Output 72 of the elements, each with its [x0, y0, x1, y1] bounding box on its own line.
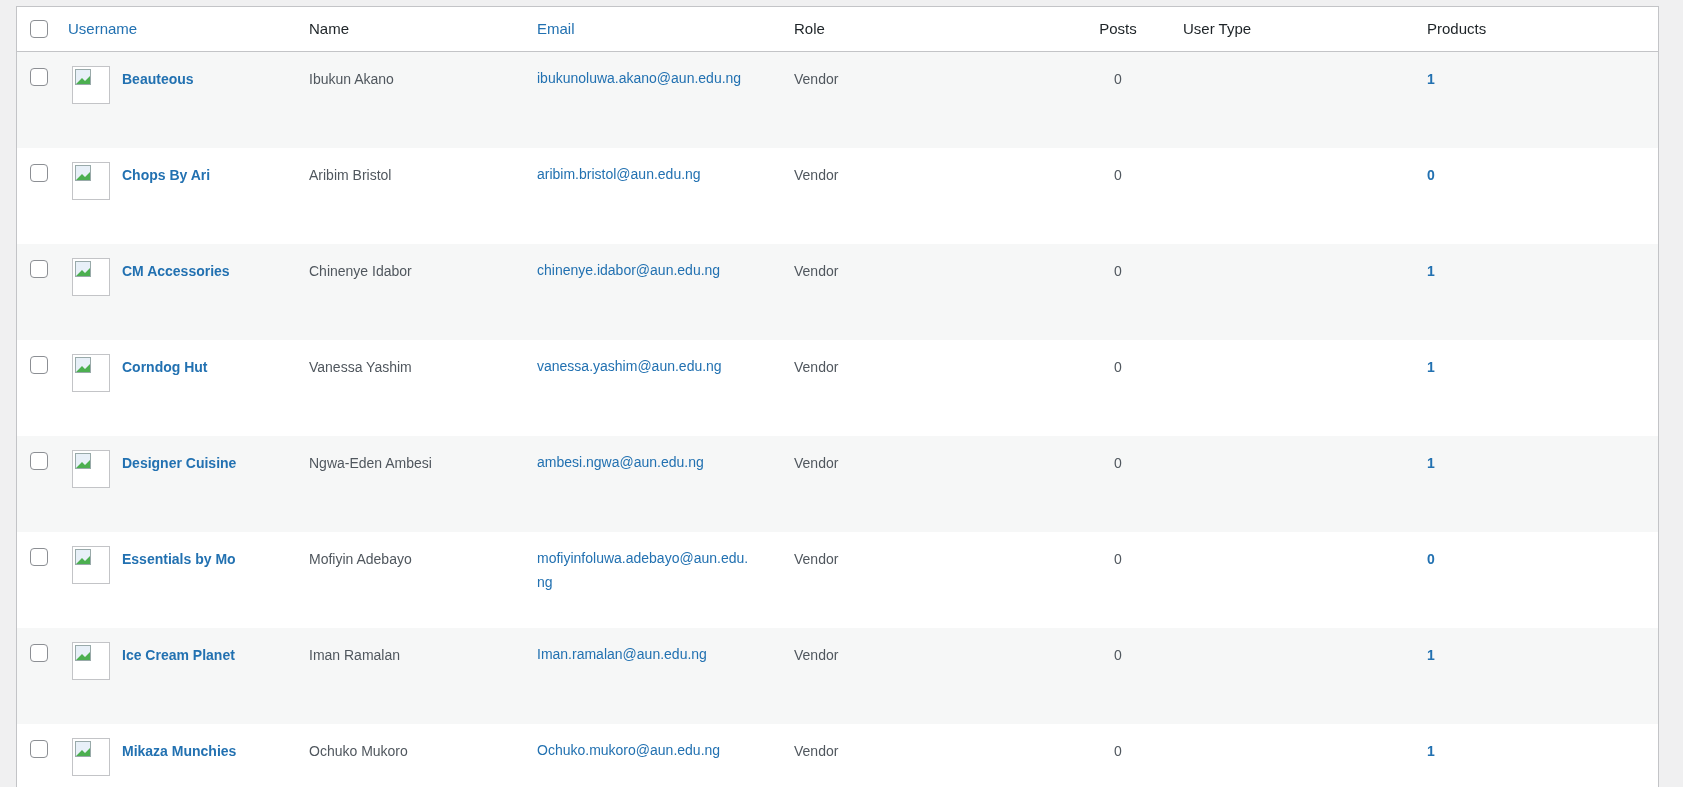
profile-link[interactable]: Mikaza Munchies — [122, 738, 237, 762]
products-count-link[interactable]: 1 — [1427, 263, 1435, 279]
profile-link[interactable]: Beauteous — [122, 66, 194, 90]
name-text: Aribim Bristol — [309, 167, 392, 183]
column-header: Name — [309, 18, 349, 39]
contact-link[interactable]: Ochuko.mukoro@aun.edu.ng — [537, 738, 752, 762]
checkbox[interactable] — [29, 452, 48, 470]
contact-link[interactable]: vanessa.yashim@aun.edu.ng — [537, 354, 752, 378]
contact-link[interactable]: ibukunoluwa.akano@aun.edu.ng — [537, 66, 752, 90]
role-text: Vendor — [794, 743, 839, 759]
column-header: Role — [794, 18, 825, 39]
checkbox[interactable] — [29, 164, 48, 182]
role-text: Vendor — [794, 647, 839, 663]
checkbox[interactable] — [29, 260, 48, 278]
contact-link[interactable]: Iman.ramalan@aun.edu.ng — [537, 642, 752, 666]
column-header: Posts — [1099, 18, 1137, 39]
profile-link[interactable]: CM Accessories — [122, 258, 230, 282]
products-count-link[interactable]: 1 — [1427, 743, 1435, 759]
products-count-link[interactable]: 1 — [1427, 455, 1435, 471]
name-text: Vanessa Yashim — [309, 359, 412, 375]
checkbox[interactable] — [29, 644, 48, 662]
contact-link[interactable]: ambesi.ngwa@aun.edu.ng — [537, 450, 752, 474]
profile-link[interactable]: Ice Cream Planet — [122, 642, 235, 666]
contact-link[interactable]: mofiyinfoluwa.adebayo@aun.edu.ng — [537, 546, 752, 594]
role-text: Vendor — [794, 551, 839, 567]
broken-image-icon — [72, 258, 110, 296]
profile-link[interactable]: Corndog Hut — [122, 354, 208, 378]
posts-count: 0 — [1114, 742, 1122, 761]
name-text: Ochuko Mukoro — [309, 743, 408, 759]
checkbox[interactable] — [29, 20, 48, 38]
posts-count: 0 — [1114, 550, 1122, 569]
role-text: Vendor — [794, 71, 839, 87]
sortable-column-header[interactable]: Email — [537, 17, 575, 41]
name-text: Chinenye Idabor — [309, 263, 412, 279]
name-text: Iman Ramalan — [309, 647, 401, 663]
posts-count: 0 — [1114, 70, 1122, 89]
contact-link[interactable]: aribim.bristol@aun.edu.ng — [537, 162, 752, 186]
role-text: Vendor — [794, 359, 839, 375]
products-count-link[interactable]: 0 — [1427, 551, 1435, 567]
profile-link[interactable]: Chops By Ari — [122, 162, 211, 186]
posts-count: 0 — [1114, 646, 1122, 665]
sortable-column-header[interactable]: Username — [68, 17, 138, 41]
products-count-link[interactable]: 1 — [1427, 359, 1435, 375]
contact-link[interactable]: chinenye.idabor@aun.edu.ng — [537, 258, 752, 282]
column-header: User Type — [1183, 18, 1252, 39]
checkbox[interactable] — [29, 68, 48, 86]
role-text: Vendor — [794, 167, 839, 183]
column-header: Products — [1427, 18, 1487, 39]
broken-image-icon — [72, 354, 110, 392]
posts-count: 0 — [1114, 454, 1122, 473]
posts-count: 0 — [1114, 166, 1122, 185]
checkbox[interactable] — [29, 740, 48, 758]
posts-count: 0 — [1114, 358, 1122, 377]
name-text: Ngwa-Eden Ambesi — [309, 455, 432, 471]
checkbox[interactable] — [29, 356, 48, 374]
posts-count: 0 — [1114, 262, 1122, 281]
broken-image-icon — [72, 738, 110, 776]
broken-image-icon — [72, 546, 110, 584]
broken-image-icon — [72, 66, 110, 104]
checkbox[interactable] — [29, 548, 48, 566]
products-count-link[interactable]: 1 — [1427, 71, 1435, 87]
role-text: Vendor — [794, 455, 839, 471]
profile-link[interactable]: Essentials by Mo — [122, 546, 236, 570]
role-text: Vendor — [794, 263, 839, 279]
name-text: Ibukun Akano — [309, 71, 394, 87]
profile-link[interactable]: Designer Cuisine — [122, 450, 237, 474]
products-count-link[interactable]: 1 — [1427, 647, 1435, 663]
products-count-link[interactable]: 0 — [1427, 167, 1435, 183]
broken-image-icon — [72, 450, 110, 488]
broken-image-icon — [72, 162, 110, 200]
name-text: Mofiyin Adebayo — [309, 551, 412, 567]
broken-image-icon — [72, 642, 110, 680]
